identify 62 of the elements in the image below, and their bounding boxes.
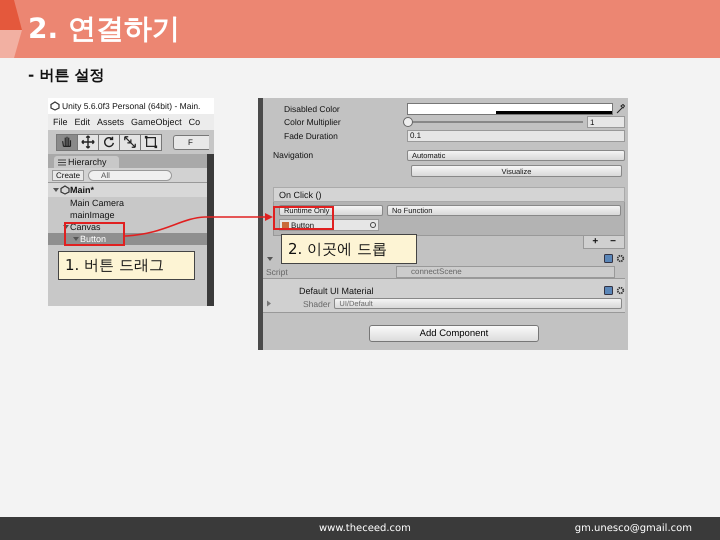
website-text: www.theceed.com bbox=[319, 523, 411, 534]
rect-tool-icon bbox=[144, 135, 158, 149]
menu-item[interactable]: File bbox=[53, 117, 68, 127]
scrollbar[interactable] bbox=[207, 154, 214, 306]
slider-thumb[interactable] bbox=[403, 117, 413, 128]
tree-item[interactable]: mainImage bbox=[48, 209, 207, 221]
hierarchy-tab[interactable]: Hierarchy bbox=[54, 156, 119, 168]
menu-item[interactable]: Edit bbox=[74, 117, 90, 127]
property-label: Disabled Color bbox=[284, 104, 341, 114]
search-field[interactable]: All bbox=[88, 170, 172, 180]
settings-icon[interactable] bbox=[616, 286, 625, 295]
tree-item[interactable]: Main* bbox=[48, 183, 207, 197]
callout-label: 1. 버튼 드래그 bbox=[58, 251, 195, 280]
expand-arrow-icon[interactable] bbox=[62, 223, 70, 231]
list-icon bbox=[58, 158, 66, 166]
color-field[interactable] bbox=[407, 102, 613, 115]
callout-label: 2. 이곳에 드롭 bbox=[281, 234, 417, 264]
tree-item[interactable]: Main Camera bbox=[48, 197, 207, 209]
scale-tool-icon bbox=[123, 135, 137, 149]
arrow-decoration-icon bbox=[0, 0, 22, 58]
unity-logo-icon bbox=[60, 185, 70, 195]
tool-button[interactable] bbox=[98, 134, 120, 150]
remove-button[interactable]: − bbox=[610, 237, 616, 247]
number-field[interactable]: 1 bbox=[587, 116, 625, 128]
slide-title: 2. 연결하기 bbox=[28, 11, 180, 47]
event-header: On Click () bbox=[273, 187, 625, 202]
tool-button[interactable] bbox=[56, 134, 78, 150]
add-component-button[interactable]: Add Component bbox=[369, 325, 539, 342]
tree-item[interactable]: Canvas bbox=[48, 221, 207, 233]
script-field: connectScene bbox=[396, 266, 615, 278]
tool-button[interactable] bbox=[77, 134, 99, 150]
property-label: Fade Duration bbox=[284, 130, 339, 141]
eyedropper-icon[interactable] bbox=[616, 104, 625, 114]
expand-arrow-icon[interactable] bbox=[266, 300, 272, 307]
number-field[interactable]: 0.1 bbox=[407, 130, 625, 142]
property-label: Color Multiplier bbox=[284, 117, 342, 128]
property-label: Shader bbox=[303, 298, 330, 308]
property-label: Script bbox=[266, 266, 289, 276]
material-name: Default UI Material bbox=[299, 286, 374, 296]
tool-button[interactable] bbox=[140, 134, 162, 150]
hand-tool-icon bbox=[60, 135, 74, 149]
unity-logo-icon bbox=[50, 101, 60, 111]
window-title: Unity 5.6.0f3 Personal (64bit) - Main. bbox=[62, 101, 200, 111]
object-picker-icon[interactable] bbox=[368, 220, 378, 230]
move-tool-icon bbox=[81, 135, 95, 149]
property-label: Navigation bbox=[273, 150, 314, 160]
add-button[interactable]: + bbox=[592, 237, 598, 247]
highlight-frame bbox=[273, 206, 334, 230]
pivot-button[interactable]: F bbox=[173, 134, 209, 150]
expand-arrow-icon[interactable] bbox=[266, 254, 274, 262]
menu-item[interactable]: Assets bbox=[97, 117, 124, 127]
expand-arrow-icon[interactable] bbox=[52, 186, 60, 194]
email-text: gm.unesco@gmail.com bbox=[574, 523, 692, 534]
cube-icon bbox=[282, 222, 289, 228]
settings-icon[interactable] bbox=[616, 254, 625, 263]
tool-button[interactable] bbox=[119, 134, 141, 150]
menu-item[interactable]: Co bbox=[188, 117, 200, 127]
highlight-frame bbox=[64, 222, 125, 246]
rotate-tool-icon bbox=[102, 135, 116, 149]
menu-item[interactable]: GameObject bbox=[131, 117, 182, 127]
slide-subtitle: - 버튼 설정 bbox=[28, 65, 106, 86]
create-dropdown[interactable]: Create bbox=[52, 170, 84, 180]
